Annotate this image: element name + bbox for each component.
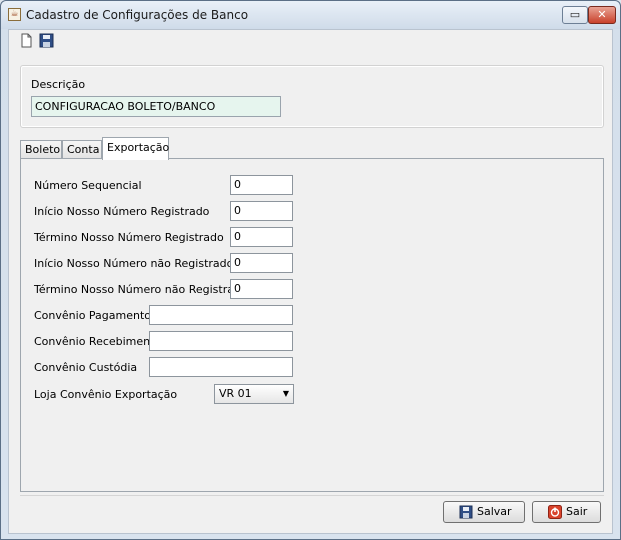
convenio-recebimento-label: Convênio Recebimento: [34, 335, 162, 348]
description-panel: Descrição CONFIGURACAO BOLETO/BANCO: [20, 65, 604, 128]
numero-sequencial-field[interactable]: 0: [230, 175, 293, 195]
inicio-nao-registrado-label: Início Nosso Número não Registrado: [34, 257, 234, 270]
exit-button[interactable]: Sair: [532, 501, 601, 523]
save-button-label: Salvar: [477, 505, 512, 518]
inicio-nao-registrado-field[interactable]: 0: [230, 253, 293, 273]
description-field[interactable]: CONFIGURACAO BOLETO/BANCO: [31, 96, 281, 117]
new-document-icon[interactable]: [19, 33, 34, 48]
tab-exportacao[interactable]: Exportação: [102, 137, 169, 160]
convenio-custodia-field[interactable]: [149, 357, 293, 377]
loja-convenio-label: Loja Convênio Exportação: [34, 388, 178, 401]
convenio-pagamento-label: Convênio Pagamento: [34, 309, 152, 322]
inicio-registrado-label: Início Nosso Número Registrado: [34, 205, 210, 218]
close-button[interactable]: ✕: [588, 6, 616, 24]
restore-button[interactable]: ▭: [562, 6, 588, 24]
numero-sequencial-label: Número Sequencial: [34, 179, 142, 192]
save-icon: [459, 505, 473, 519]
power-icon: [548, 505, 562, 519]
footer-bar: Salvar Sair: [20, 495, 604, 527]
termino-registrado-field[interactable]: 0: [230, 227, 293, 247]
window-title: Cadastro de Configurações de Banco: [26, 8, 249, 22]
save-icon[interactable]: [39, 33, 54, 48]
inicio-registrado-field[interactable]: 0: [230, 201, 293, 221]
termino-nao-registrado-label: Término Nosso Número não Registrado: [34, 283, 248, 296]
exit-button-label: Sair: [566, 505, 588, 518]
dialog-body: Descrição CONFIGURACAO BOLETO/BANCO Bole…: [8, 29, 613, 534]
dropdown-arrow-icon[interactable]: ▼: [283, 385, 289, 403]
save-button[interactable]: Salvar: [443, 501, 525, 523]
java-app-icon: ☕: [8, 8, 21, 21]
tab-boleto[interactable]: Boleto: [20, 140, 62, 159]
convenio-pagamento-field[interactable]: [149, 305, 293, 325]
convenio-recebimento-field[interactable]: [149, 331, 293, 351]
termino-nao-registrado-field[interactable]: 0: [230, 279, 293, 299]
description-label: Descrição: [31, 78, 86, 91]
app-window: ☕ Cadastro de Configurações de Banco ▭ ✕…: [0, 0, 621, 540]
loja-convenio-select[interactable]: VR 01 ▼: [214, 384, 294, 404]
tab-conta[interactable]: Conta: [62, 140, 102, 159]
loja-convenio-value: VR 01: [219, 387, 252, 400]
exportacao-panel: Número Sequencial 0 Início Nosso Número …: [20, 158, 604, 492]
convenio-custodia-label: Convênio Custódia: [34, 361, 138, 374]
title-bar[interactable]: ☕ Cadastro de Configurações de Banco ▭ ✕: [1, 1, 620, 29]
termino-registrado-label: Término Nosso Número Registrado: [34, 231, 224, 244]
